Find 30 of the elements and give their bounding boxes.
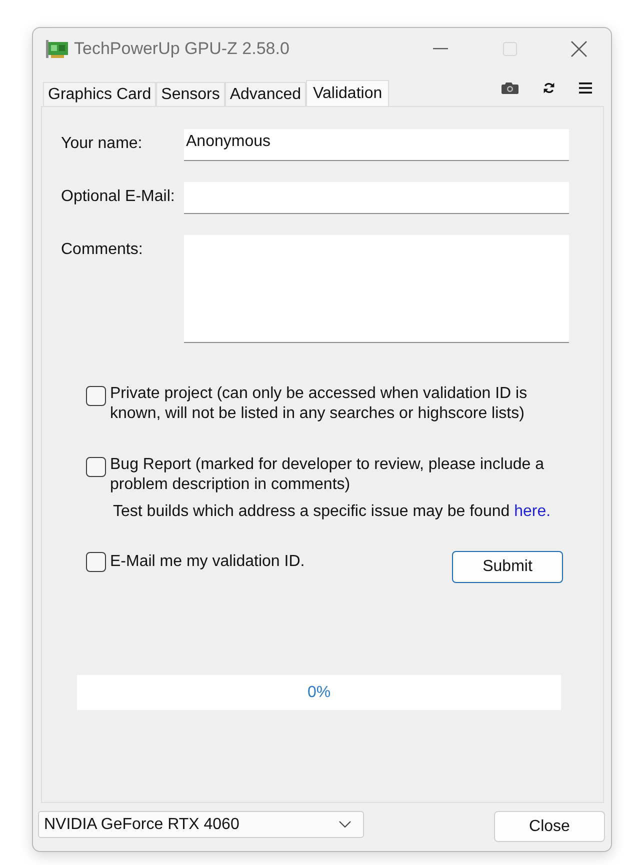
- checkbox-label: Bug Report (marked for developer to review, please include a problem description in comments): [110, 455, 546, 495]
- refresh-icon[interactable]: [543, 82, 555, 94]
- checkbox[interactable]: [86, 457, 106, 477]
- chevron-down-icon: [339, 821, 351, 828]
- tab[interactable]: Graphics Card: [43, 82, 156, 106]
- text-field[interactable]: Anonymous: [184, 129, 569, 161]
- submit-button[interactable]: Submit: [452, 551, 563, 583]
- camera-icon[interactable]: [501, 82, 519, 94]
- checkbox-label: Private project (can only be accessed when validation ID is known, will not be listed in any searches or highscore lists): [110, 384, 528, 424]
- close-button[interactable]: Close: [494, 811, 605, 842]
- tab[interactable]: Validation: [306, 80, 390, 106]
- here-link[interactable]: here.: [514, 503, 551, 520]
- comments-field[interactable]: [184, 235, 569, 343]
- field-label: Optional E-Mail:: [61, 187, 175, 207]
- checkbox[interactable]: [86, 386, 106, 406]
- field-label: Comments:: [61, 240, 143, 260]
- checkbox[interactable]: [86, 552, 106, 572]
- progress-reading: 0%: [307, 682, 331, 702]
- graphics-card-icon: [46, 40, 68, 58]
- field-label: Your name:: [61, 134, 142, 154]
- checkbox-label: E-Mail me my validation ID.: [110, 552, 305, 572]
- hint-text: Test builds which address a specific issue may be found here.: [113, 502, 552, 522]
- text-field[interactable]: [184, 182, 569, 214]
- device-dropdown[interactable]: NVIDIA GeForce RTX 4060: [38, 811, 364, 838]
- tab[interactable]: Sensors: [156, 82, 225, 106]
- menu-icon[interactable]: [579, 82, 592, 94]
- close-icon[interactable]: [571, 41, 587, 57]
- tab[interactable]: Advanced: [224, 82, 306, 106]
- minimize-icon[interactable]: [433, 48, 448, 50]
- window-title: TechPowerUp GPU-Z 2.58.0: [74, 39, 290, 59]
